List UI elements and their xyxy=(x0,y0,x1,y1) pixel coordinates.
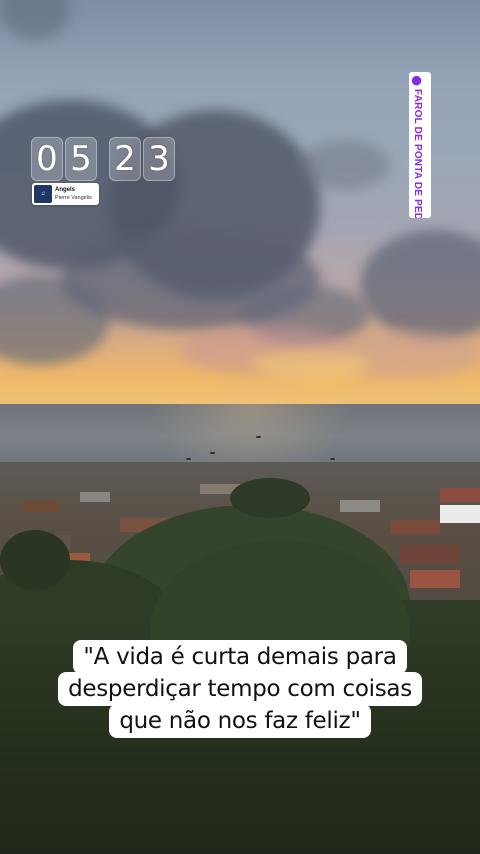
boat xyxy=(256,436,261,438)
time-digit: 5 xyxy=(65,137,97,181)
location-content: ⬤ FAROL DE PONTA DE PEDRAS. xyxy=(412,76,423,218)
tree-canopy xyxy=(0,530,70,590)
location-sticker[interactable]: ⬤ FAROL DE PONTA DE PEDRAS. xyxy=(409,72,431,218)
artist-name: Pierre Vangelis xyxy=(55,195,92,201)
location-pin-icon: ⬤ xyxy=(412,76,423,87)
boat xyxy=(330,458,335,460)
rooftop xyxy=(400,545,460,563)
rooftop xyxy=(440,488,480,502)
time-sticker[interactable]: 0 5 2 3 xyxy=(31,137,175,181)
boat xyxy=(186,458,191,460)
quote-text-block[interactable]: "A vida é curta demais para desperdiçar … xyxy=(0,640,480,738)
rooftop xyxy=(390,520,440,534)
boat xyxy=(210,452,215,454)
rooftop xyxy=(410,570,460,588)
cloud xyxy=(300,140,390,190)
quote-line: "A vida é curta demais para xyxy=(73,640,407,674)
rooftop xyxy=(440,505,480,523)
rooftop xyxy=(80,492,110,502)
rooftop xyxy=(340,500,380,512)
quote-line: que não nos faz feliz" xyxy=(109,704,371,738)
quote-line: desperdiçar tempo com coisas xyxy=(58,672,422,706)
album-cover-icon: ♫ xyxy=(34,185,52,203)
music-info: Angels Pierre Vangelis xyxy=(55,186,92,202)
tree-canopy xyxy=(230,478,310,518)
music-sticker[interactable]: ♫ Angels Pierre Vangelis xyxy=(32,183,99,205)
location-text: FAROL DE PONTA DE PEDRAS. xyxy=(412,89,423,218)
cloud xyxy=(250,350,370,380)
time-digit: 3 xyxy=(143,137,175,181)
song-title: Angels xyxy=(55,187,76,193)
time-digit: 2 xyxy=(109,137,141,181)
time-digit: 0 xyxy=(31,137,63,181)
rooftop xyxy=(20,500,60,512)
